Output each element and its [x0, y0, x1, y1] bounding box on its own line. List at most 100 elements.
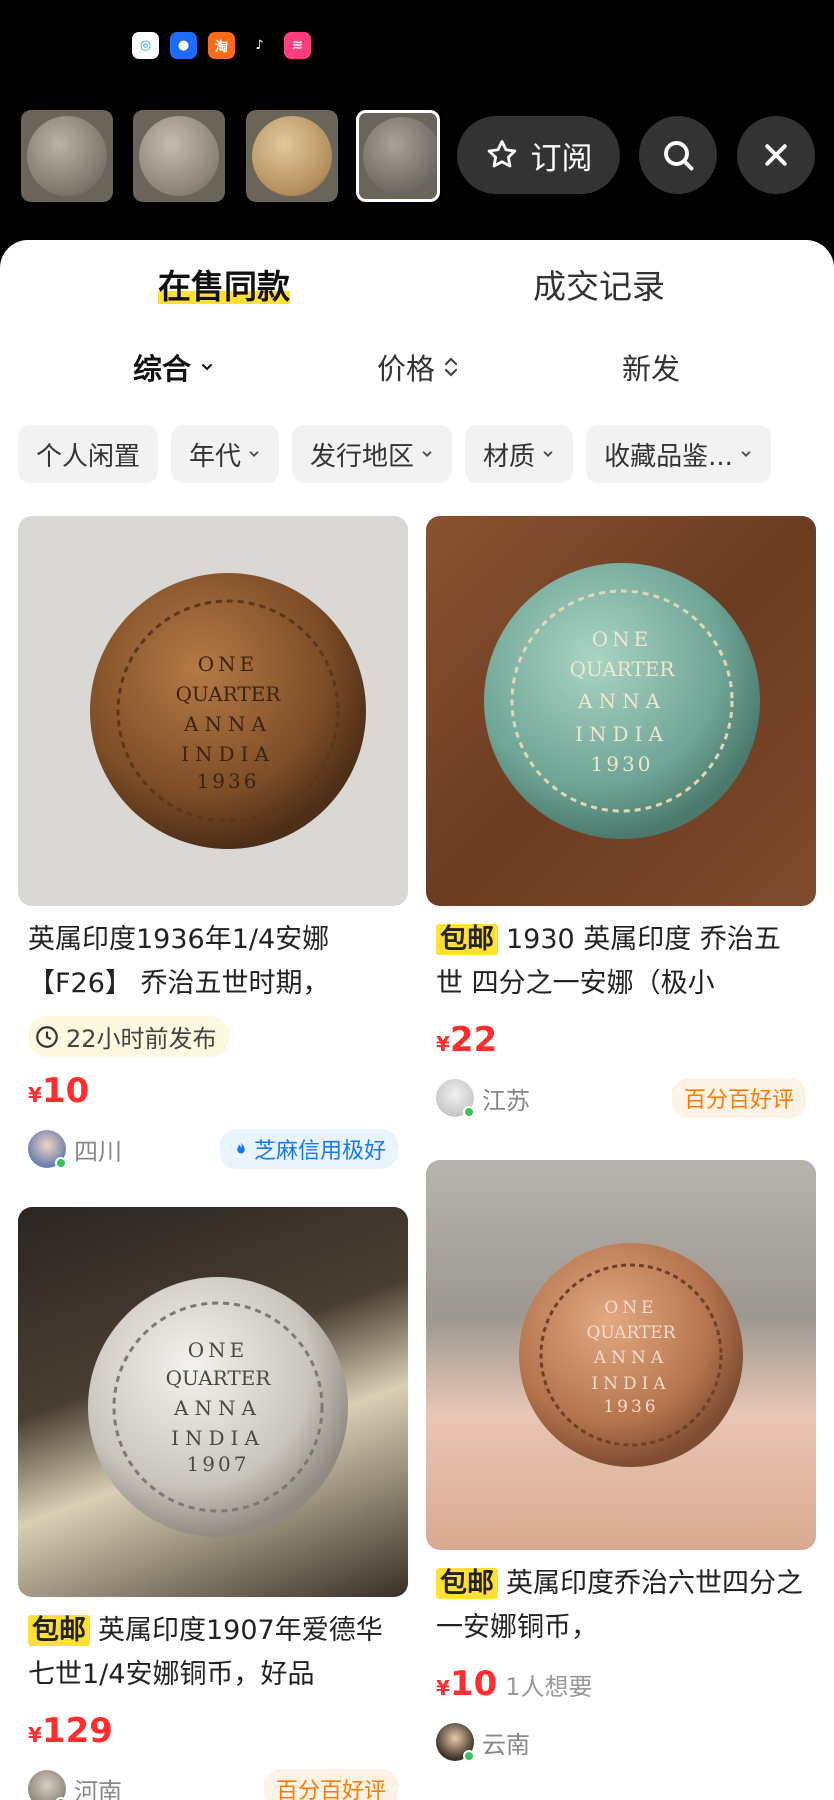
chevron-down-icon [202, 364, 213, 371]
svg-text:ANNA: ANNA [593, 1348, 668, 1368]
subscribe-button[interactable]: 订阅 [457, 116, 620, 194]
seller-info: 云南 [436, 1720, 806, 1764]
image-thumbnail[interactable] [246, 110, 338, 202]
filter-chips: 个人闲置 年代 发行地区 材质 收藏品鉴... [18, 425, 771, 483]
image-thumbnail-selected[interactable] [356, 110, 440, 202]
product-card[interactable]: ONE QUARTER ANNA INDIA 1930 包邮 1930 英属印度 … [426, 516, 816, 1120]
svg-text:1907: 1907 [187, 1452, 250, 1476]
tab-sold-records[interactable]: 成交记录 [533, 260, 665, 308]
svg-text:INDIA: INDIA [171, 1426, 265, 1450]
product-photo: ONE QUARTER ANNA INDIA 1930 [426, 516, 816, 906]
image-thumbnail[interactable] [21, 110, 113, 202]
svg-text:QUARTER: QUARTER [176, 682, 282, 706]
avatar[interactable] [436, 1079, 475, 1118]
svg-text:ONE: ONE [188, 1338, 249, 1362]
free-shipping-tag: 包邮 [436, 924, 498, 955]
sort-bar: 综合 价格 新发 [0, 346, 834, 396]
image-strip: 订阅 [0, 96, 834, 240]
product-price: ¥22 [436, 1020, 498, 1060]
tab-bar: 在售同款 成交记录 [0, 240, 834, 322]
svg-text:ONE: ONE [198, 652, 259, 676]
product-card[interactable]: ONE QUARTER ANNA INDIA 1936 英属印度1936年1/4… [18, 516, 408, 1171]
chevron-down-icon [741, 451, 751, 457]
filter-collectible-appraisal[interactable]: 收藏品鉴... [586, 425, 771, 483]
svg-text:ANNA: ANNA [183, 712, 272, 736]
svg-text:1930: 1930 [591, 752, 654, 776]
sort-comprehensive-label: 综合 [133, 352, 192, 386]
filter-issue-region[interactable]: 发行地区 [292, 425, 453, 483]
search-icon [664, 141, 694, 171]
product-title: 包邮 英属印度乔治六世四分之一安娜铜币， [436, 1568, 803, 1643]
product-price: ¥10 [28, 1071, 90, 1111]
rating-badge: 百分百好评 [263, 1769, 398, 1800]
chevron-down-icon [543, 451, 553, 457]
svg-text:QUARTER: QUARTER [586, 1323, 676, 1343]
filter-era[interactable]: 年代 [171, 425, 280, 483]
status-bar: ◎ ● 淘 ♪ ≋ [0, 0, 834, 96]
sort-updown-icon [444, 357, 458, 377]
free-shipping-tag: 包邮 [28, 1615, 90, 1646]
product-card[interactable]: ONE QUARTER ANNA INDIA 1907 包邮 英属印度1907年爱… [18, 1207, 408, 1800]
free-shipping-tag: 包邮 [436, 1568, 498, 1599]
flame-icon [237, 1141, 245, 1154]
taobao-app-icon: 淘 [208, 32, 235, 59]
sort-newest-label: 新发 [622, 352, 681, 386]
filter-material[interactable]: 材质 [465, 425, 574, 483]
product-photo: ONE QUARTER ANNA INDIA 1936 [426, 1160, 816, 1550]
close-button[interactable] [737, 116, 815, 194]
avatar[interactable] [28, 1130, 67, 1169]
seller-location: 江苏 [482, 1086, 530, 1115]
product-title: 包邮 英属印度1907年爱德华七世1/4安娜铜币，好品 [28, 1615, 383, 1690]
publish-time: 22小时前发布 [28, 1016, 229, 1057]
credit-badge: 芝麻信用极好 [219, 1129, 398, 1169]
svg-text:INDIA: INDIA [575, 722, 669, 746]
chat-app-icon: ≋ [284, 32, 311, 59]
subscribe-label: 订阅 [530, 140, 593, 177]
product-title: 英属印度1936年1/4安娜【F26】 乔治五世时期， [28, 924, 330, 999]
sort-price-label: 价格 [377, 352, 436, 386]
filter-personal-idle[interactable]: 个人闲置 [18, 425, 159, 483]
wants-count: 1人想要 [505, 1673, 593, 1701]
avatar[interactable] [436, 1723, 475, 1762]
product-card[interactable]: ONE QUARTER ANNA INDIA 1936 包邮 英属印度乔治六世四分… [426, 1160, 816, 1764]
seller-info: 江苏 百分百好评 [436, 1076, 806, 1120]
product-photo: ONE QUARTER ANNA INDIA 1936 [18, 516, 408, 906]
svg-text:ONE: ONE [604, 1298, 657, 1318]
chevron-down-icon [422, 451, 432, 457]
svg-text:ANNA: ANNA [173, 1396, 262, 1420]
tab-on-sale[interactable]: 在售同款 [158, 260, 290, 308]
svg-text:INDIA: INDIA [181, 742, 275, 766]
image-thumbnail[interactable] [133, 110, 225, 202]
sort-price[interactable]: 价格 [377, 346, 459, 388]
svg-text:ONE: ONE [592, 627, 653, 651]
seller-location: 云南 [482, 1730, 530, 1759]
close-icon [765, 144, 787, 166]
chevron-down-icon [249, 451, 259, 457]
seller-location: 四川 [74, 1137, 122, 1166]
svg-text:INDIA: INDIA [591, 1374, 670, 1394]
sort-comprehensive[interactable]: 综合 [133, 346, 215, 388]
results-sheet: 在售同款 成交记录 综合 价格 新发 个人闲置 年代 发行地区 材质 收藏品鉴.… [0, 240, 834, 1800]
product-photo: ONE QUARTER ANNA INDIA 1907 [18, 1207, 408, 1597]
assistant-app-icon: ● [170, 32, 197, 59]
search-button[interactable] [639, 116, 717, 194]
avatar[interactable] [28, 1770, 67, 1800]
svg-text:1936: 1936 [197, 769, 260, 793]
svg-text:QUARTER: QUARTER [570, 657, 676, 681]
star-add-icon [487, 140, 516, 168]
svg-text:ANNA: ANNA [577, 689, 666, 713]
seller-info: 四川 芝麻信用极好 [28, 1127, 398, 1171]
notification-app-icons: ◎ ● 淘 ♪ ≋ [132, 32, 311, 59]
product-price: ¥10 1人想要 [436, 1664, 593, 1704]
svg-text:1936: 1936 [603, 1397, 658, 1417]
product-title: 包邮 1930 英属印度 乔治五世 四分之一安娜（极小 [436, 924, 781, 999]
tiktok-app-icon: ♪ [246, 32, 273, 59]
seller-location: 河南 [74, 1777, 122, 1800]
product-price: ¥129 [28, 1711, 113, 1751]
svg-text:QUARTER: QUARTER [166, 1366, 272, 1390]
rating-badge: 百分百好评 [671, 1078, 806, 1118]
clock-icon [36, 1025, 58, 1048]
seller-info: 河南 百分百好评 [28, 1767, 398, 1800]
sort-newest[interactable]: 新发 [622, 346, 680, 388]
message-app-icon: ◎ [132, 32, 159, 59]
